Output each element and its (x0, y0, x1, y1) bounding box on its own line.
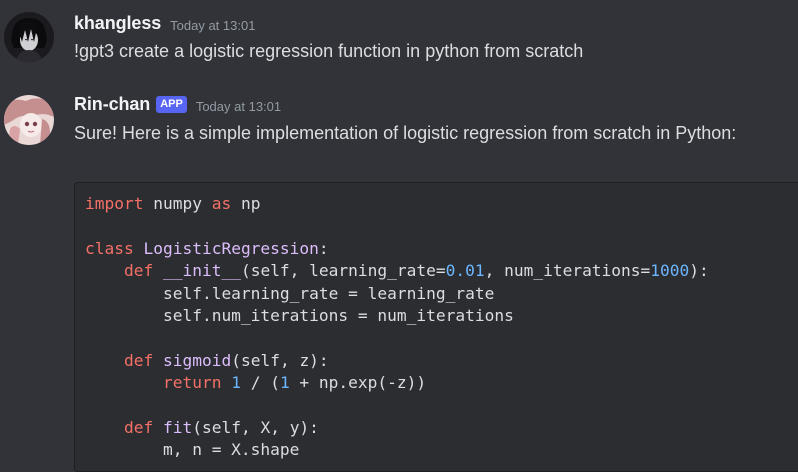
avatar-image (4, 95, 54, 145)
code-token: np (231, 194, 261, 213)
code-token: (self, learning_rate= (240, 261, 446, 281)
user-avatar-rin-chan[interactable] (4, 95, 54, 145)
code-token: sigmoid (162, 350, 232, 370)
code-token: (self, X, y): (192, 417, 319, 437)
code-line: return 1 / (1 + np.exp(-z)) (85, 372, 798, 394)
code-token: 0.01 (445, 261, 485, 281)
message-content: !gpt3 create a logistic regression funct… (74, 41, 584, 61)
code-token: def (123, 350, 154, 370)
code-content: import numpy as np class LogisticRegress… (75, 183, 798, 462)
code-line: m, n = X.shape (85, 439, 798, 461)
code-token: fit (162, 417, 193, 437)
code-token: import (85, 194, 144, 213)
code-line: class LogisticRegression: (85, 238, 798, 260)
code-token: ): (689, 261, 709, 281)
app-badge: APP (156, 96, 187, 113)
code-token: as (211, 194, 232, 213)
code-token: self.learning_rate = learning_rate (85, 283, 495, 303)
code-token: (self, z): (231, 350, 329, 370)
code-token: , num_iterations= (484, 261, 651, 281)
code-line: self.learning_rate = learning_rate (85, 283, 798, 305)
code-token: / ( (240, 373, 280, 393)
code-token: class (85, 238, 134, 258)
message-content: Sure! Here is a simple implementation of… (74, 123, 737, 143)
code-token: def (123, 261, 154, 281)
code-token: + np.exp(-z)) (289, 373, 427, 393)
code-token: self.num_iterations = num_iterations (85, 305, 514, 325)
code-token: 1 (279, 373, 290, 393)
code-block[interactable]: import numpy as np class LogisticRegress… (74, 182, 798, 472)
code-token: return (162, 373, 222, 393)
username[interactable]: Rin-chan (74, 94, 150, 115)
code-token: 1 (231, 373, 241, 393)
code-token: numpy (143, 194, 212, 213)
timestamp[interactable]: Today at 13:01 (196, 99, 281, 114)
username[interactable]: khangless (74, 13, 161, 34)
code-token: __init__ (162, 261, 241, 281)
code-token: m, n = X.shape (85, 440, 300, 460)
code-token: LogisticRegression (143, 238, 319, 258)
code-line: self.num_iterations = num_iterations (85, 305, 798, 327)
code-line: def fit(self, X, y): (85, 417, 798, 439)
message-khangless: khangless Today at 13:01 !gpt3 create a … (0, 0, 798, 80)
code-line: def sigmoid(self, z): (85, 350, 798, 372)
code-token: 1000 (650, 261, 690, 281)
code-token: def (123, 417, 154, 437)
code-line: import numpy as np (85, 193, 798, 215)
code-line: def __init__(self, learning_rate=0.01, n… (85, 260, 798, 282)
message-header: Rin-chan APP Today at 13:01 (74, 94, 281, 115)
avatar-image (4, 12, 54, 62)
user-avatar-khangless[interactable] (4, 12, 54, 62)
timestamp[interactable]: Today at 13:01 (170, 18, 255, 33)
message-header: khangless Today at 13:01 (74, 13, 255, 34)
code-token: : (318, 238, 329, 258)
